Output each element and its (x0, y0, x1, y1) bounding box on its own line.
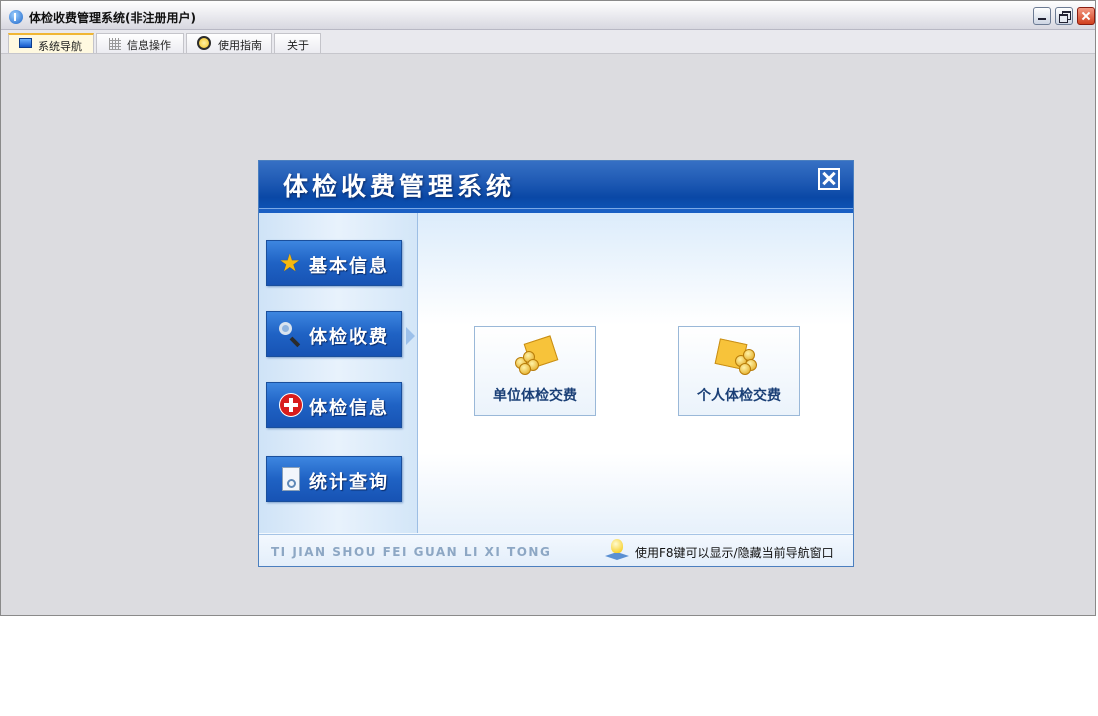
nav-sidebar: ★ 基本信息 体检收费 体检信息 统计查询 (259, 213, 418, 533)
close-window-button[interactable] (1077, 7, 1095, 25)
tab-info-operation[interactable]: 信息操作 (96, 33, 184, 53)
grid-icon (109, 38, 121, 50)
navigation-panel: 体检收费管理系统 ★ 基本信息 体检收费 体检信息 统计查询 单位体检交费 个人… (258, 160, 854, 567)
personal-exam-payment-button[interactable]: 个人体检交费 (678, 326, 800, 416)
nav-label: 统计查询 (309, 472, 389, 493)
panel-close-button[interactable] (818, 168, 840, 190)
group-payment-icon (507, 335, 563, 375)
card-label: 个人体检交费 (697, 388, 781, 404)
card-label: 单位体检交费 (493, 388, 577, 404)
panel-header: 体检收费管理系统 (259, 161, 853, 213)
tab-label: 系统导航 (38, 40, 82, 53)
nav-exam-fee-button[interactable]: 体检收费 (266, 311, 402, 357)
red-cross-icon (279, 393, 303, 417)
tab-label: 使用指南 (218, 39, 262, 52)
document-icon (279, 467, 303, 491)
nav-label: 体检信息 (309, 398, 389, 419)
magnifier-icon (279, 322, 303, 348)
unit-exam-payment-button[interactable]: 单位体检交费 (474, 326, 596, 416)
nav-exam-info-button[interactable]: 体检信息 (266, 382, 402, 428)
minimize-button[interactable] (1033, 7, 1051, 25)
window-title: 体检收费管理系统(非注册用户) (29, 11, 196, 25)
main-tab-bar: 系统导航 信息操作 使用指南 关于 (1, 30, 1095, 54)
panel-content: 单位体检交费 个人体检交费 (418, 213, 853, 533)
tab-label: 关于 (287, 39, 309, 52)
footer-pinyin: TI JIAN SHOU FEI GUAN LI XI TONG (271, 545, 552, 559)
lightbulb-icon (605, 539, 629, 563)
app-logo-icon (9, 10, 23, 24)
selected-arrow-icon (406, 327, 415, 345)
help-icon (197, 36, 211, 50)
star-icon: ★ (279, 249, 301, 277)
restore-button[interactable] (1055, 7, 1073, 25)
footer-tip: 使用F8键可以显示/隐藏当前导航窗口 (635, 546, 834, 560)
title-bar[interactable]: 体检收费管理系统(非注册用户) (1, 1, 1095, 30)
nav-statistics-query-button[interactable]: 统计查询 (266, 456, 402, 502)
monitor-icon (19, 38, 32, 48)
personal-payment-icon (711, 335, 767, 375)
tab-user-guide[interactable]: 使用指南 (186, 33, 272, 53)
nav-basic-info-button[interactable]: ★ 基本信息 (266, 240, 402, 286)
nav-label: 体检收费 (309, 327, 389, 348)
tab-system-navigation[interactable]: 系统导航 (8, 33, 94, 53)
panel-footer: TI JIAN SHOU FEI GUAN LI XI TONG 使用F8键可以… (259, 534, 853, 566)
tab-about[interactable]: 关于 (274, 33, 321, 53)
nav-label: 基本信息 (309, 256, 389, 277)
panel-title: 体检收费管理系统 (283, 172, 516, 201)
tab-label: 信息操作 (127, 39, 171, 52)
